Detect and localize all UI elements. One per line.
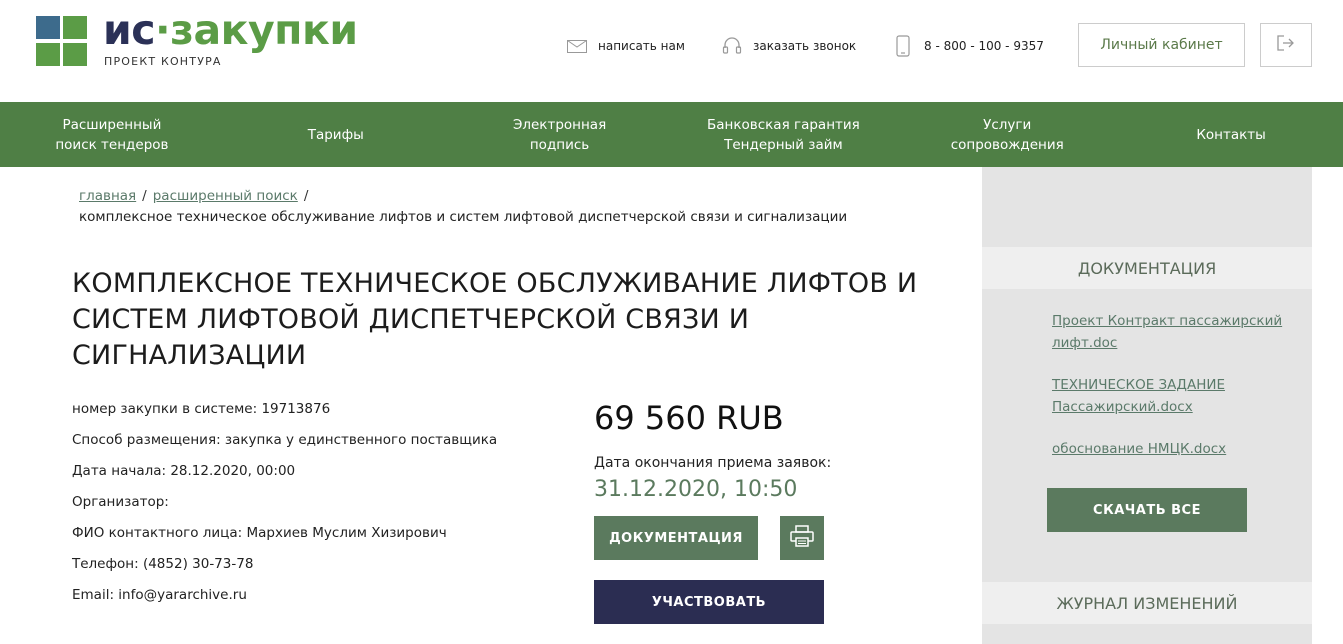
- headset-icon: [721, 36, 743, 56]
- nav-item-advanced-search[interactable]: Расширенный поиск тендеров: [0, 102, 224, 167]
- phone-number: 8 - 800 - 100 - 9357: [924, 39, 1044, 53]
- page-title: КОМПЛЕКСНОЕ ТЕХНИЧЕСКОЕ ОБСЛУЖИВАНИЕ ЛИФ…: [72, 268, 918, 371]
- breadcrumb-current: комплексное техническое обслуживание лиф…: [79, 209, 848, 225]
- deadline-label: Дата окончания приема заявок:: [594, 455, 832, 471]
- contact-email: Email: info@yararchive.ru: [72, 587, 247, 603]
- price: 69 560 RUB: [594, 399, 784, 437]
- nav-item-contacts[interactable]: Контакты: [1119, 102, 1343, 167]
- breadcrumb: главная / расширенный поиск / комплексное т…: [79, 186, 959, 228]
- organizer: Организатор:: [72, 494, 169, 510]
- download-all-button[interactable]: СКАЧАТЬ ВСЕ: [1047, 488, 1247, 532]
- purchase-info: номер закупки в системе: 19713876 Способ…: [72, 400, 572, 617]
- placement-method: Способ размещения: закупка у единственно…: [72, 432, 498, 448]
- personal-cabinet-button[interactable]: Личный кабинет: [1078, 23, 1245, 67]
- changes-log-heading[interactable]: ЖУРНАЛ ИЗМЕНЕНИЙ: [982, 582, 1312, 624]
- purchase-number: номер закупки в системе: 19713876: [72, 401, 331, 417]
- document-link[interactable]: Проект Контракт пассажирский лифт.doc: [1052, 310, 1292, 354]
- breadcrumb-separator: /: [142, 188, 147, 204]
- nav-item-tariffs[interactable]: Тарифы: [224, 102, 448, 167]
- logo-subtitle: ПРОЕКТ КОНТУРА: [104, 55, 222, 68]
- logo-icon[interactable]: [36, 16, 88, 67]
- contact-person: ФИО контактного лица: Мархиев Муслим Хиз…: [72, 525, 447, 541]
- documentation-button[interactable]: ДОКУМЕНТАЦИЯ: [594, 516, 758, 560]
- contact-phone: Телефон: (4852) 30-73-78: [72, 556, 254, 572]
- write-us-link[interactable]: написать нам: [566, 36, 685, 56]
- logout-icon: [1277, 35, 1295, 55]
- logo-part-1: ис: [103, 6, 156, 54]
- documentation-heading: ДОКУМЕНТАЦИЯ: [982, 247, 1312, 289]
- logo-text[interactable]: ис·закупки: [103, 6, 358, 54]
- logo-part-2: закупки: [170, 6, 358, 54]
- start-date: Дата начала: 28.12.2020, 00:00: [72, 463, 296, 479]
- envelope-icon: [566, 36, 588, 56]
- deadline-value: 31.12.2020, 10:50: [594, 477, 798, 502]
- phone-link[interactable]: 8 - 800 - 100 - 9357: [892, 35, 1044, 57]
- printer-icon: [790, 525, 814, 551]
- call-back-label: заказать звонок: [753, 39, 857, 53]
- nav-item-bank-guarantee[interactable]: Банковская гарантия Тендерный займ: [671, 102, 895, 167]
- participate-button[interactable]: УЧАСТВОВАТЬ: [594, 580, 824, 624]
- breadcrumb-home-link[interactable]: главная: [79, 188, 136, 204]
- nav-item-support-services[interactable]: Услуги сопровождения: [895, 102, 1119, 167]
- main-nav: Расширенный поиск тендеров Тарифы Электр…: [0, 102, 1343, 167]
- call-back-link[interactable]: заказать звонок: [721, 36, 856, 56]
- print-button[interactable]: [780, 516, 824, 560]
- header: ис·закупки ПРОЕКТ КОНТУРА написать нам з…: [0, 0, 1343, 102]
- document-link[interactable]: ТЕХНИЧЕСКОЕ ЗАДАНИЕ Пассажирский.docx: [1052, 374, 1292, 418]
- breadcrumb-separator: /: [303, 188, 309, 204]
- document-link[interactable]: обоснование НМЦК.docx: [1052, 438, 1292, 460]
- nav-item-e-signature[interactable]: Электронная подпись: [448, 102, 672, 167]
- document-list: Проект Контракт пассажирский лифт.doc ТЕ…: [1052, 310, 1292, 480]
- mobile-phone-icon: [892, 35, 914, 57]
- logo-dot: ·: [155, 6, 171, 54]
- breadcrumb-search-link[interactable]: расширенный поиск: [153, 188, 298, 204]
- sidebar: ДОКУМЕНТАЦИЯ Проект Контракт пассажирски…: [982, 167, 1312, 644]
- logout-button[interactable]: [1260, 23, 1312, 67]
- write-us-label: написать нам: [598, 39, 685, 53]
